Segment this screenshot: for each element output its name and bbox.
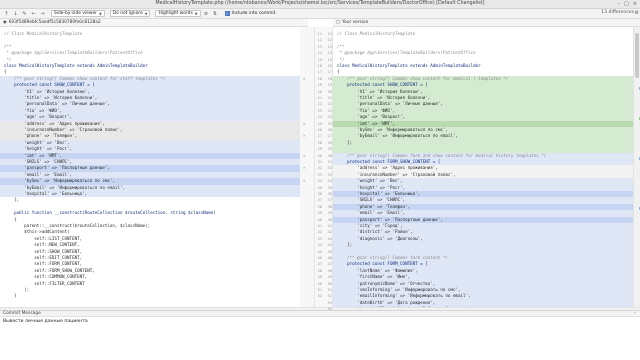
apply-change-icon[interactable]: » — [303, 165, 305, 171]
minimize-icon[interactable]: – — [618, 1, 621, 7]
apply-change-icon[interactable]: » — [303, 133, 305, 139]
back-icon[interactable]: ← — [30, 10, 37, 17]
right-revision-label: Your version — [342, 20, 369, 25]
window-titlebar: MedicalHistoryTemplate.php (/home/ntoban… — [0, 0, 640, 9]
edit-source-icon[interactable]: ✎ — [21, 10, 28, 17]
sync-scroll-icon[interactable]: ⇅ — [212, 10, 219, 17]
ignore-mode-value: Do not ignore — [112, 11, 143, 16]
include-into-commit-label: Include into commit — [231, 11, 276, 16]
line-number: 52 — [317, 294, 322, 299]
forward-icon[interactable]: → — [39, 10, 46, 17]
apply-change-icon[interactable]: » — [303, 76, 305, 82]
collapse-unchanged-icon[interactable]: ≡ — [203, 10, 210, 17]
viewer-mode-value: Side-by-side viewer — [54, 11, 97, 16]
scrollbar-thumb[interactable] — [635, 33, 639, 78]
viewer-mode-select[interactable]: Side-by-side viewer ▼ — [51, 10, 105, 17]
window-controls: – □ × — [618, 1, 637, 7]
commit-message-title: Commit Message — [3, 311, 41, 316]
highlight-mode-value: Highlight words — [158, 11, 193, 16]
diff-toolbar: ↑ ↓ ✎ ← → Side-by-side viewer ▼ Do not i… — [0, 9, 640, 19]
file-icon: ▢ — [336, 20, 341, 25]
prev-difference-icon[interactable]: ↑ — [3, 10, 10, 17]
commit-icon: ◉ — [3, 20, 7, 25]
maximize-icon[interactable]: □ — [624, 1, 629, 7]
right-pane-header: ▢ Your version — [333, 19, 640, 27]
next-difference-icon[interactable]: ↓ — [12, 10, 19, 17]
line-number: 54 — [327, 307, 332, 312]
window-title: MedicalHistoryTemplate.php (/home/ntoban… — [155, 1, 485, 6]
right-code-pane[interactable]: // Class MedicalHistoryTemplate/** * @pa… — [333, 27, 633, 307]
vertical-scrollbar[interactable] — [633, 27, 640, 307]
checkmark-icon: ✓ — [224, 11, 230, 16]
apply-change-icon[interactable]: » — [303, 178, 305, 184]
left-revision-hash: 603f5489ebfc5aedf5c5830780fe0c8128a2 — [8, 20, 101, 25]
code-line[interactable]: } — [0, 293, 300, 299]
close-icon[interactable]: × — [633, 1, 637, 7]
ignore-whitespace-select[interactable]: Do not ignore ▼ — [109, 10, 151, 17]
chevron-down-icon: ▼ — [98, 11, 102, 16]
left-pane-header: ◉ 603f5489ebfc5aedf5c5830780fe0c8128a2 — [0, 19, 308, 27]
chevron-down-icon: ▼ — [194, 11, 198, 16]
highlight-mode-select[interactable]: Highlight words ▼ — [155, 10, 201, 17]
commit-message-header: Commit Message – — [0, 310, 640, 317]
left-code-pane[interactable]: // Class MedicalHistoryTemplate/** * @pa… — [0, 27, 300, 307]
include-into-commit-checkbox[interactable]: ✓ Include into commit — [224, 11, 276, 16]
chevron-down-icon: ▼ — [144, 11, 148, 16]
apply-change-icon[interactable]: » — [303, 121, 305, 127]
difference-count: 13 differences — [601, 10, 634, 15]
commit-message-input[interactable]: Вывести личные данные пациента — [0, 317, 640, 360]
gear-icon[interactable]: ⚙ — [635, 10, 639, 16]
apply-change-icon[interactable]: » — [303, 153, 305, 159]
